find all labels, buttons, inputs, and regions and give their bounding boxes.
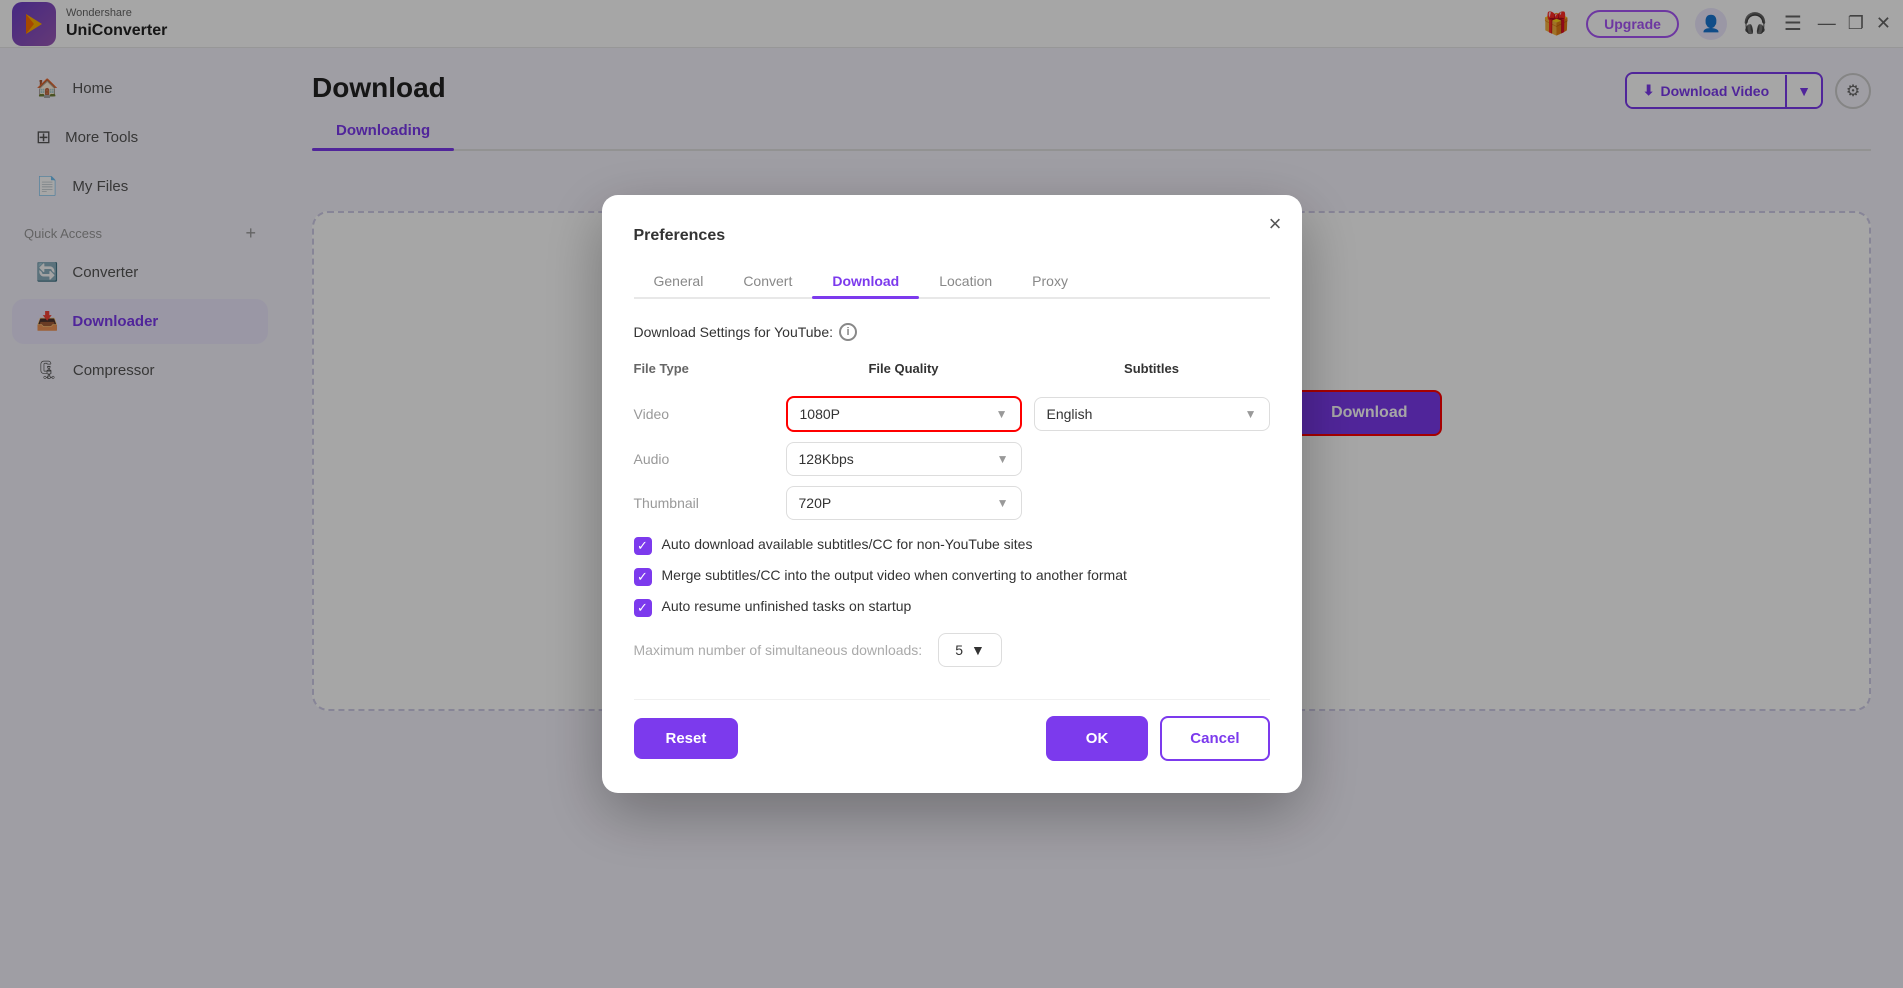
checkbox-auto-subtitle: ✓ Auto download available subtitles/CC f… — [634, 536, 1270, 555]
dialog-footer: Reset OK Cancel — [634, 699, 1270, 761]
dialog-close-button[interactable]: × — [1269, 211, 1282, 237]
dialog-tab-download[interactable]: Download — [812, 265, 919, 297]
thumbnail-label: Thumbnail — [634, 495, 774, 511]
thumbnail-quality-arrow: ▼ — [997, 496, 1009, 510]
subtitles-dropdown[interactable]: English ▼ — [1034, 397, 1270, 431]
settings-grid-header: File Type File Quality Subtitles — [634, 361, 1270, 376]
thumbnail-quality-dropdown[interactable]: 720P ▼ — [786, 486, 1022, 520]
settings-row-thumbnail: Thumbnail 720P ▼ — [634, 486, 1270, 520]
dialog-tab-proxy[interactable]: Proxy — [1012, 265, 1088, 297]
audio-label: Audio — [634, 451, 774, 467]
dialog-tab-location[interactable]: Location — [919, 265, 1012, 297]
dialog-tabs: General Convert Download Location Proxy — [634, 265, 1270, 299]
merge-subtitle-checkbox[interactable]: ✓ — [634, 568, 652, 586]
auto-resume-checkbox[interactable]: ✓ — [634, 599, 652, 617]
merge-subtitle-label: Merge subtitles/CC into the output video… — [662, 567, 1127, 583]
auto-subtitle-checkbox[interactable]: ✓ — [634, 537, 652, 555]
max-downloads-value: 5 — [955, 642, 963, 658]
ok-button[interactable]: OK — [1046, 716, 1149, 761]
dialog-subtitle: Download Settings for YouTube: i — [634, 323, 1270, 341]
max-downloads-arrow: ▼ — [971, 642, 985, 658]
dialog-tab-convert[interactable]: Convert — [723, 265, 812, 297]
preferences-dialog: × Preferences General Convert Download L… — [602, 195, 1302, 793]
file-quality-header: File Quality — [786, 361, 1022, 376]
dialog-tab-general[interactable]: General — [634, 265, 724, 297]
dialog-title: Preferences — [634, 227, 1270, 245]
max-downloads-dropdown[interactable]: 5 ▼ — [938, 633, 1002, 667]
settings-row-video: Video 1080P ▼ English ▼ — [634, 396, 1270, 432]
audio-quality-dropdown[interactable]: 128Kbps ▼ — [786, 442, 1022, 476]
audio-quality-value: 128Kbps — [799, 451, 854, 467]
file-type-header: File Type — [634, 361, 774, 376]
video-quality-arrow: ▼ — [996, 407, 1008, 421]
video-quality-dropdown[interactable]: 1080P ▼ — [786, 396, 1022, 432]
info-icon: i — [839, 323, 857, 341]
auto-resume-label: Auto resume unfinished tasks on startup — [662, 598, 912, 614]
audio-quality-arrow: ▼ — [997, 452, 1009, 466]
cancel-button[interactable]: Cancel — [1160, 716, 1269, 761]
subtitles-header: Subtitles — [1034, 361, 1270, 376]
checkboxes-section: ✓ Auto download available subtitles/CC f… — [634, 536, 1270, 617]
settings-row-audio: Audio 128Kbps ▼ — [634, 442, 1270, 476]
auto-subtitle-label: Auto download available subtitles/CC for… — [662, 536, 1033, 552]
checkbox-merge-subtitle: ✓ Merge subtitles/CC into the output vid… — [634, 567, 1270, 586]
video-quality-value: 1080P — [800, 406, 840, 422]
dialog-overlay[interactable]: × Preferences General Convert Download L… — [0, 0, 1903, 988]
footer-right: OK Cancel — [1046, 716, 1270, 761]
subtitles-value: English — [1047, 406, 1093, 422]
max-downloads-row: Maximum number of simultaneous downloads… — [634, 633, 1270, 667]
checkbox-auto-resume: ✓ Auto resume unfinished tasks on startu… — [634, 598, 1270, 617]
max-downloads-label: Maximum number of simultaneous downloads… — [634, 642, 923, 658]
video-label: Video — [634, 406, 774, 422]
thumbnail-quality-value: 720P — [799, 495, 832, 511]
reset-button[interactable]: Reset — [634, 718, 739, 759]
subtitles-arrow: ▼ — [1245, 407, 1257, 421]
